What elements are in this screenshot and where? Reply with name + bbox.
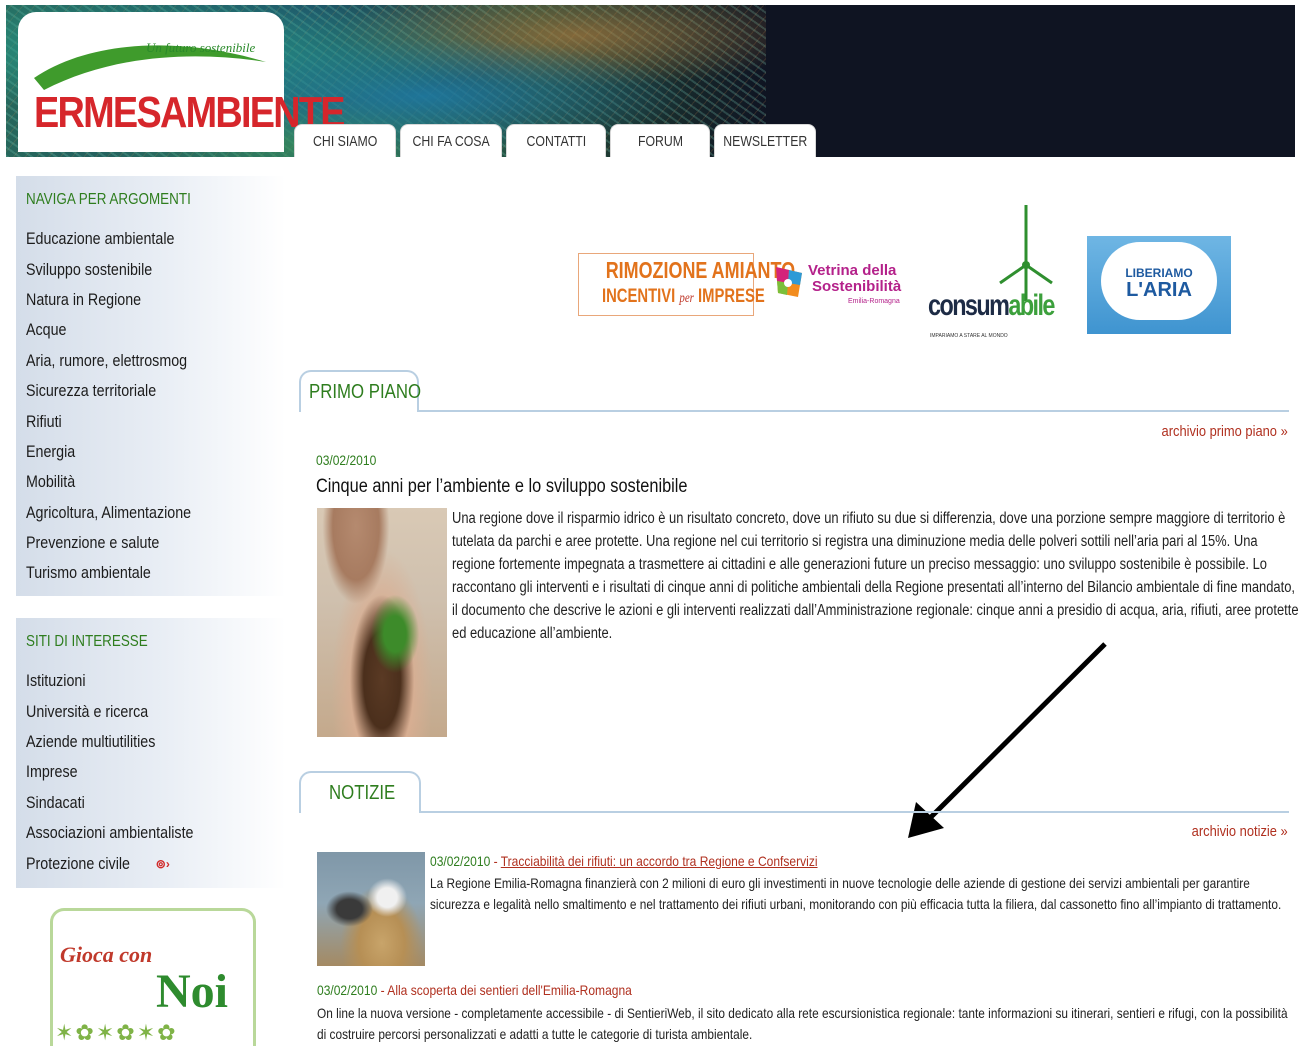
primo-piano-image[interactable] — [317, 508, 447, 737]
sidebar-item-protezione-civile[interactable]: Protezione civile ⊚› — [26, 848, 286, 878]
sites-title: SITI DI INTERESSE — [26, 633, 148, 650]
news-date: 03/02/2010 — [430, 853, 491, 869]
news-title-link[interactable]: Alla scoperta dei sentieri dell'Emilia-R… — [387, 982, 632, 998]
sidebar-item-turismo-ambientale[interactable]: Turismo ambientale — [26, 558, 286, 588]
amianto-title: RIMOZIONE AMIANTO — [605, 257, 796, 283]
sidebar-item-istituzioni[interactable]: Istituzioni — [26, 666, 286, 696]
archivio-notizie-link[interactable]: archivio notizie » — [1176, 823, 1288, 840]
primo-piano-date: 03/02/2010 — [316, 452, 377, 468]
nav-tab-chi-fa-cosa[interactable]: CHI FA COSA — [400, 124, 502, 157]
gioca-line2: Noi — [156, 965, 228, 1018]
sidebar-item-sviluppo-sostenibile[interactable]: Sviluppo sostenibile — [26, 254, 286, 284]
sidebar: NAVIGA PER ARGOMENTI Educazione ambienta… — [16, 176, 286, 888]
news-item-2-body: On line la nuova versione - completament… — [317, 1006, 1288, 1042]
aria-line1: LIBERIAMO — [1125, 266, 1193, 280]
amianto-imprese: IMPRESE — [698, 286, 765, 307]
children-figures-icon: ✶✿✶✿✶✿ — [55, 1020, 178, 1045]
banner-rimozione-amianto[interactable]: RIMOZIONE AMIANTO INCENTIVI per IMPRESE — [578, 253, 795, 316]
primo-piano-title[interactable]: Cinque anni per l’ambiente e lo sviluppo… — [316, 476, 748, 498]
sidebar-item-aria-rumore[interactable]: Aria, rumore, elettrosmog — [26, 346, 286, 376]
consumabile-wordmark: consumabile — [928, 289, 1055, 323]
sites-panel: SITI DI INTERESSE Istituzioni Università… — [16, 618, 286, 888]
vetrina-line1: Vetrina della — [808, 262, 897, 279]
amianto-incentivi: INCENTIVI — [601, 286, 676, 307]
news-date: 03/02/2010 — [317, 982, 378, 998]
nav-tab-forum[interactable]: FORUM — [610, 124, 710, 157]
sidebar-item-aziende-multiutilities[interactable]: Aziende multiutilities — [26, 727, 286, 757]
notizie-header: NOTIZIE — [299, 771, 1289, 813]
section-divider — [417, 410, 1289, 412]
news-item-1-heading: 03/02/2010 - Tracciabilità dei rifiuti: … — [430, 853, 881, 869]
sidebar-item-prevenzione-salute[interactable]: Prevenzione e salute — [26, 528, 286, 558]
sidebar-item-agricoltura[interactable]: Agricoltura, Alimentazione — [26, 498, 286, 528]
primo-piano-header: PRIMO PIANO — [299, 370, 1289, 412]
amianto-per: per — [679, 291, 694, 306]
topics-list: Educazione ambientale Sviluppo sostenibi… — [26, 224, 286, 589]
sidebar-item-acque[interactable]: Acque — [26, 315, 286, 345]
section-divider — [419, 811, 1289, 813]
logo-name-part1: ERMES — [34, 88, 162, 137]
vetrina-line3: Emilia-Romagna — [848, 298, 900, 305]
archivio-primo-piano-link[interactable]: archivio primo piano » — [1141, 423, 1288, 440]
sidebar-item-sindacati[interactable]: Sindacati — [26, 788, 286, 818]
topics-panel: NAVIGA PER ARGOMENTI Educazione ambienta… — [16, 176, 286, 596]
news-separator: - — [377, 982, 388, 998]
banner-liberiamo-aria[interactable]: LIBERIAMO L'ARIA — [1087, 236, 1231, 334]
sidebar-item-imprese[interactable]: Imprese — [26, 757, 286, 787]
consumabile-subtitle: IMPARIAMO A STARE AL MONDO — [930, 333, 1008, 339]
sidebar-item-rifiuti[interactable]: Rifiuti — [26, 406, 286, 436]
news-separator: - — [490, 853, 501, 869]
consumabile-part2: abile — [1008, 289, 1055, 322]
sidebar-item-natura-in-regione[interactable]: Natura in Regione — [26, 285, 286, 315]
sidebar-item-educazione-ambientale[interactable]: Educazione ambientale — [26, 224, 286, 254]
topics-title: NAVIGA PER ARGOMENTI — [26, 191, 191, 208]
nav-tab-newsletter[interactable]: NEWSLETTER — [714, 124, 816, 157]
news-item-2-heading: 03/02/2010 - Alla scoperta dei sentieri … — [317, 982, 683, 998]
aria-line2: L'ARIA — [1126, 279, 1192, 301]
sidebar-item-sicurezza-territoriale[interactable]: Sicurezza territoriale — [26, 376, 286, 406]
vetrina-logo-icon — [776, 267, 802, 297]
consumabile-part1: consum — [928, 289, 1010, 322]
sidebar-item-mobilita[interactable]: Mobilità — [26, 467, 286, 497]
site-logo[interactable]: Un futuro sostenibile ERMESAMBIENTE — [18, 12, 346, 152]
external-link-icon: ⊚› — [155, 856, 170, 871]
news-item-1-body: La Regione Emilia-Romagna finanzierà con… — [430, 876, 1282, 912]
primo-piano-text: Una regione dove il risparmio idrico è u… — [452, 510, 1299, 642]
gioca-line1: Gioca con — [60, 942, 153, 967]
news-title-link[interactable]: Tracciabilità dei rifiuti: un accordo tr… — [501, 853, 818, 869]
notizie-tab: NOTIZIE — [299, 771, 421, 813]
sidebar-item-energia[interactable]: Energia — [26, 437, 286, 467]
banner-consumabile[interactable]: consumabile IMPARIAMO A STARE AL MONDO — [926, 205, 1071, 340]
banner-vetrina-sostenibilita[interactable]: Vetrina della Sostenibilità Emilia-Romag… — [774, 258, 904, 316]
sites-list: Istituzioni Università e ricerca Aziende… — [26, 666, 286, 879]
vetrina-line2: Sostenibilità — [812, 278, 902, 295]
nav-tab-contatti[interactable]: CONTATTI — [506, 124, 606, 157]
sidebar-item-universita[interactable]: Università e ricerca — [26, 696, 286, 726]
sidebar-item-associazioni[interactable]: Associazioni ambientaliste — [26, 818, 286, 848]
news-image-meeting[interactable] — [317, 852, 425, 966]
logo-tagline: Un futuro sostenibile — [146, 40, 256, 55]
primo-piano-tab: PRIMO PIANO — [299, 370, 421, 412]
main-nav: CHI SIAMO CHI FA COSA CONTATTI FORUM NEW… — [294, 124, 816, 157]
nav-tab-chi-siamo[interactable]: CHI SIAMO — [294, 124, 396, 157]
